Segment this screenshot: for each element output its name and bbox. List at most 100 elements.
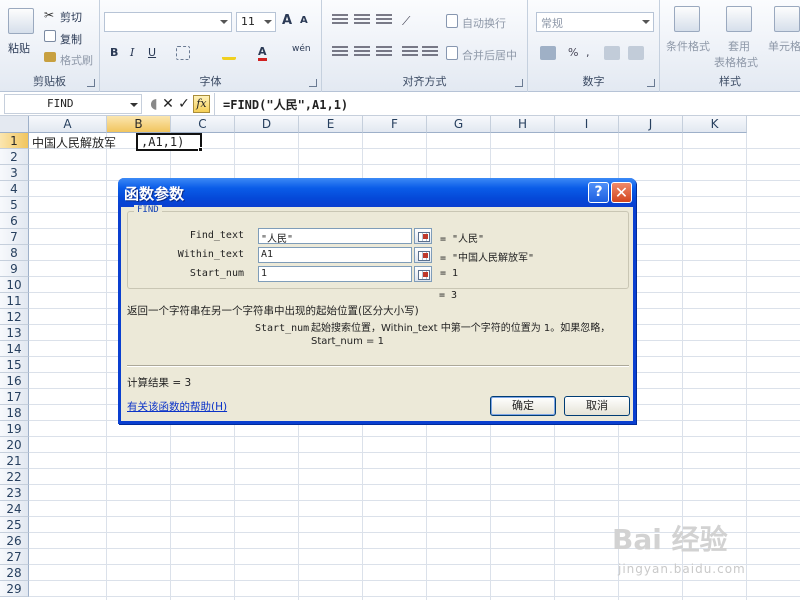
column-header-b[interactable]: B <box>107 116 171 133</box>
row-header-22[interactable]: 22 <box>0 469 29 485</box>
cell-a1[interactable]: 中国人民解放军 <box>32 134 116 151</box>
row-header-20[interactable]: 20 <box>0 437 29 453</box>
conditional-format-icon[interactable] <box>674 6 700 32</box>
align-left-icon[interactable] <box>332 46 348 58</box>
percent-icon[interactable]: % <box>568 46 578 59</box>
grow-font-button[interactable]: A <box>282 13 292 28</box>
row-header-10[interactable]: 10 <box>0 277 29 293</box>
row-header-5[interactable]: 5 <box>0 197 29 213</box>
align-center-icon[interactable] <box>354 46 370 58</box>
row-header-28[interactable]: 28 <box>0 565 29 581</box>
row-header-21[interactable]: 21 <box>0 453 29 469</box>
currency-icon[interactable] <box>540 46 556 60</box>
function-help-link[interactable]: 有关该函数的帮助(H) <box>127 399 227 414</box>
font-launcher-icon[interactable] <box>309 79 317 87</box>
row-header-24[interactable]: 24 <box>0 501 29 517</box>
underline-button[interactable]: U <box>148 46 156 59</box>
increase-decimal-icon[interactable] <box>604 46 620 60</box>
cancel-button[interactable]: 取消 <box>564 396 630 416</box>
font-size-select[interactable]: 11 <box>236 12 276 32</box>
column-header-i[interactable]: I <box>555 116 619 133</box>
column-header-c[interactable]: C <box>171 116 235 133</box>
cut-button[interactable]: 剪切 <box>60 9 82 25</box>
number-format-select[interactable]: 常规 <box>536 12 654 32</box>
border-icon[interactable] <box>176 46 190 60</box>
row-header-9[interactable]: 9 <box>0 261 29 277</box>
increase-indent-icon[interactable] <box>422 46 438 58</box>
table-format-button[interactable]: 套用 <box>728 38 750 54</box>
align-middle-icon[interactable] <box>354 14 370 26</box>
ok-button[interactable]: 确定 <box>490 396 556 416</box>
italic-button[interactable]: I <box>130 46 134 59</box>
comma-icon[interactable]: , <box>586 46 590 59</box>
row-header-17[interactable]: 17 <box>0 389 29 405</box>
row-header-7[interactable]: 7 <box>0 229 29 245</box>
row-header-16[interactable]: 16 <box>0 373 29 389</box>
row-header-19[interactable]: 19 <box>0 421 29 437</box>
fill-color-icon[interactable] <box>222 46 236 60</box>
cell-styles-button[interactable]: 单元格 <box>768 38 800 54</box>
row-header-15[interactable]: 15 <box>0 357 29 373</box>
row-header-1[interactable]: 1 <box>0 133 29 149</box>
shrink-font-button[interactable]: A <box>300 15 308 26</box>
row-header-6[interactable]: 6 <box>0 213 29 229</box>
fill-handle[interactable] <box>198 147 203 152</box>
enter-icon[interactable]: ✓ <box>176 95 192 113</box>
column-header-e[interactable]: E <box>299 116 363 133</box>
collapse-dialog-icon[interactable] <box>414 228 432 244</box>
decrease-indent-icon[interactable] <box>402 46 418 58</box>
bold-button[interactable]: B <box>110 46 118 59</box>
collapse-dialog-icon[interactable] <box>414 266 432 282</box>
row-header-13[interactable]: 13 <box>0 325 29 341</box>
row-header-14[interactable]: 14 <box>0 341 29 357</box>
active-cell-b1[interactable]: ,A1,1) <box>136 133 203 152</box>
font-family-select[interactable] <box>104 12 232 32</box>
row-header-26[interactable]: 26 <box>0 533 29 549</box>
column-header-g[interactable]: G <box>427 116 491 133</box>
row-header-12[interactable]: 12 <box>0 309 29 325</box>
row-header-2[interactable]: 2 <box>0 149 29 165</box>
phonetic-button[interactable]: wén <box>292 44 311 54</box>
number-launcher-icon[interactable] <box>647 79 655 87</box>
row-header-8[interactable]: 8 <box>0 245 29 261</box>
decrease-decimal-icon[interactable] <box>628 46 644 60</box>
copy-button[interactable]: 复制 <box>60 31 82 47</box>
within-text-input[interactable]: A1 <box>258 247 412 263</box>
orientation-icon[interactable]: ⟋ <box>402 14 418 28</box>
format-painter-button[interactable]: 格式刷 <box>60 52 93 68</box>
merge-center-button[interactable]: 合并后居中 <box>462 47 517 63</box>
row-header-4[interactable]: 4 <box>0 181 29 197</box>
cancel-icon[interactable]: ✕ <box>160 95 176 113</box>
row-header-29[interactable]: 29 <box>0 581 29 597</box>
find-text-input[interactable]: "人民" <box>258 228 412 245</box>
formula-input[interactable]: =FIND("人民",A1,1) <box>214 93 800 115</box>
clipboard-launcher-icon[interactable] <box>87 79 95 87</box>
column-header-h[interactable]: H <box>491 116 555 133</box>
column-header-k[interactable]: K <box>683 116 747 133</box>
align-bottom-icon[interactable] <box>376 14 392 26</box>
column-header-j[interactable]: J <box>619 116 683 133</box>
help-button[interactable]: ? <box>588 182 609 203</box>
column-header-f[interactable]: F <box>363 116 427 133</box>
paste-button[interactable]: 粘贴 <box>8 40 30 56</box>
close-button[interactable]: ✕ <box>611 182 632 203</box>
row-header-23[interactable]: 23 <box>0 485 29 501</box>
row-header-3[interactable]: 3 <box>0 165 29 181</box>
column-header-a[interactable]: A <box>29 116 107 133</box>
table-format-icon[interactable] <box>726 6 752 32</box>
start-num-input[interactable]: 1 <box>258 266 412 282</box>
select-all-corner[interactable] <box>0 116 29 133</box>
align-top-icon[interactable] <box>332 14 348 26</box>
name-box[interactable]: FIND <box>4 94 142 114</box>
row-header-25[interactable]: 25 <box>0 517 29 533</box>
align-right-icon[interactable] <box>376 46 392 58</box>
font-color-button[interactable]: A <box>258 45 267 61</box>
alignment-launcher-icon[interactable] <box>515 79 523 87</box>
insert-function-button[interactable]: fx <box>193 95 210 113</box>
wrap-text-button[interactable]: 自动换行 <box>462 15 506 31</box>
row-header-11[interactable]: 11 <box>0 293 29 309</box>
cell-styles-icon[interactable] <box>774 6 800 32</box>
row-header-18[interactable]: 18 <box>0 405 29 421</box>
row-header-27[interactable]: 27 <box>0 549 29 565</box>
dialog-titlebar[interactable]: 函数参数 ? ✕ <box>118 178 636 207</box>
